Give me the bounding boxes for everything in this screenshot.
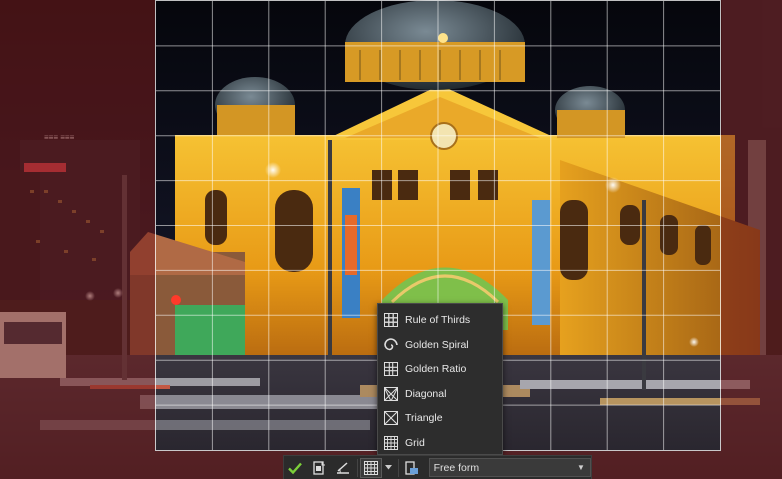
orientation-icon bbox=[405, 460, 419, 475]
golden-ratio-icon bbox=[384, 362, 398, 377]
chevron-down-icon bbox=[384, 465, 392, 470]
aspect-ratio-select[interactable]: Free form ▼ bbox=[428, 458, 591, 477]
overlay-type-menu: Rule of Thirds Golden Spiral Golden Rati… bbox=[377, 303, 503, 455]
straighten-button[interactable] bbox=[332, 457, 356, 479]
crop-toolbar: Free form ▼ bbox=[283, 455, 592, 479]
crop-outside-right bbox=[721, 0, 782, 479]
diagonal-icon bbox=[384, 386, 398, 401]
chevron-down-icon: ▼ bbox=[577, 463, 585, 472]
menu-item-label: Golden Ratio bbox=[405, 363, 467, 376]
crop-outside-left bbox=[0, 0, 155, 479]
grid-icon bbox=[384, 435, 398, 450]
golden-spiral-icon bbox=[384, 337, 398, 352]
apply-crop-button[interactable] bbox=[284, 457, 308, 479]
checkmark-icon bbox=[288, 462, 303, 474]
menu-item-diagonal[interactable]: Diagonal bbox=[378, 382, 502, 407]
menu-item-golden-ratio[interactable]: Golden Ratio bbox=[378, 357, 502, 382]
menu-item-rule-of-thirds[interactable]: Rule of Thirds bbox=[378, 308, 502, 333]
toolbar-separator bbox=[357, 458, 359, 477]
menu-item-label: Grid bbox=[405, 436, 425, 449]
grid-overlay-icon bbox=[364, 460, 379, 475]
rule-of-thirds-icon bbox=[384, 313, 398, 328]
menu-item-label: Triangle bbox=[405, 412, 443, 425]
overlay-dropdown-toggle[interactable] bbox=[382, 457, 396, 479]
orientation-button[interactable] bbox=[401, 457, 425, 479]
aspect-ratio-value: Free form bbox=[433, 461, 480, 474]
toolbar-separator bbox=[397, 458, 399, 477]
menu-item-label: Rule of Thirds bbox=[405, 314, 471, 327]
menu-item-label: Diagonal bbox=[405, 387, 447, 400]
triangle-icon bbox=[384, 411, 398, 426]
straighten-icon bbox=[336, 461, 349, 474]
crop-to-new-image-icon bbox=[313, 460, 326, 475]
crop-as-new-image-button[interactable] bbox=[308, 457, 332, 479]
menu-item-triangle[interactable]: Triangle bbox=[378, 406, 502, 431]
overlay-button[interactable] bbox=[360, 457, 383, 478]
menu-item-grid[interactable]: Grid bbox=[378, 431, 502, 456]
menu-item-golden-spiral[interactable]: Golden Spiral bbox=[378, 333, 502, 358]
menu-item-label: Golden Spiral bbox=[405, 338, 469, 351]
